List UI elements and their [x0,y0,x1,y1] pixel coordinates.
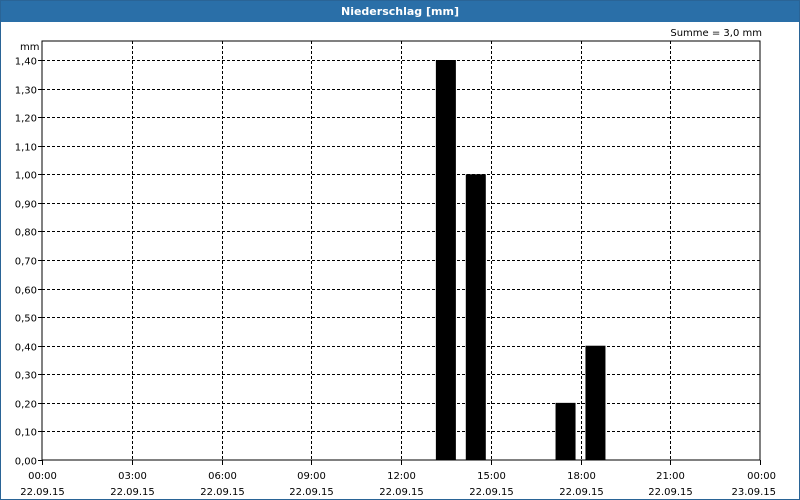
x-tick-time-label: 00:00 [747,471,776,482]
x-tick-time-label: 06:00 [208,471,237,482]
bars [435,60,606,461]
y-tick-label: 1,30 [15,86,37,97]
x-tick-date-label: 22.09.15 [20,487,65,498]
x-tick-time-label: 12:00 [387,471,416,482]
y-tick-label: 0,60 [15,286,37,297]
y-tick-label: 0,30 [15,371,37,382]
y-tick-label: 0,90 [15,200,37,211]
x-tick-date-label: 22.09.15 [110,487,155,498]
x-tick-time-label: 00:00 [28,471,57,482]
x-tick-time-label: 18:00 [567,471,596,482]
x-tick-labels: 00:00 22.09.15 03:00 22.09.15 06:00 22.09.15 0… [20,460,776,498]
y-tick-label: 1,00 [15,171,37,182]
y-tick-label: 1,20 [15,114,37,125]
y-tick-label: 0,50 [15,314,37,325]
precipitation-bar [465,174,486,461]
x-tick-time-label: 09:00 [297,471,326,482]
x-tick-date-label: 22.09.15 [559,487,604,498]
x-tick-date-label: 23.09.15 [731,487,776,498]
y-tick-labels: 0,00 0,10 0,20 0,30 0,40 0,50 0,60 0,70 0,80 0,90… [15,57,42,468]
y-tick-label: 0,40 [15,343,37,354]
y-tick-label: 0,70 [15,257,37,268]
y-tick-label: 0,20 [15,400,37,411]
precipitation-bar [555,402,576,460]
x-tick-date-label: 22.09.15 [469,487,514,498]
precipitation-bar [435,60,456,460]
x-tick-date-label: 22.09.15 [289,487,334,498]
precipitation-chart: 0,00 0,10 0,20 0,30 0,40 0,50 0,60 0,70 0,80 0,90… [15,28,776,498]
precipitation-bar [585,345,606,460]
sum-label: Summe = 3,0 mm [670,28,762,39]
x-tick-date-label: 22.09.15 [648,487,693,498]
x-tick-time-label: 21:00 [656,471,685,482]
y-tick-label: 1,40 [15,57,37,68]
y-tick-label: 0,00 [15,457,37,468]
y-tick-label: 0,80 [15,228,37,239]
x-tick-time-label: 15:00 [477,471,506,482]
y-tick-label: 1,10 [15,143,37,154]
y-tick-label: 0,10 [15,428,37,439]
grid [42,41,760,460]
y-axis-unit-label: mm [20,42,39,53]
x-tick-date-label: 22.09.15 [379,487,424,498]
x-tick-time-label: 03:00 [118,471,147,482]
x-tick-date-label: 22.09.15 [200,487,245,498]
